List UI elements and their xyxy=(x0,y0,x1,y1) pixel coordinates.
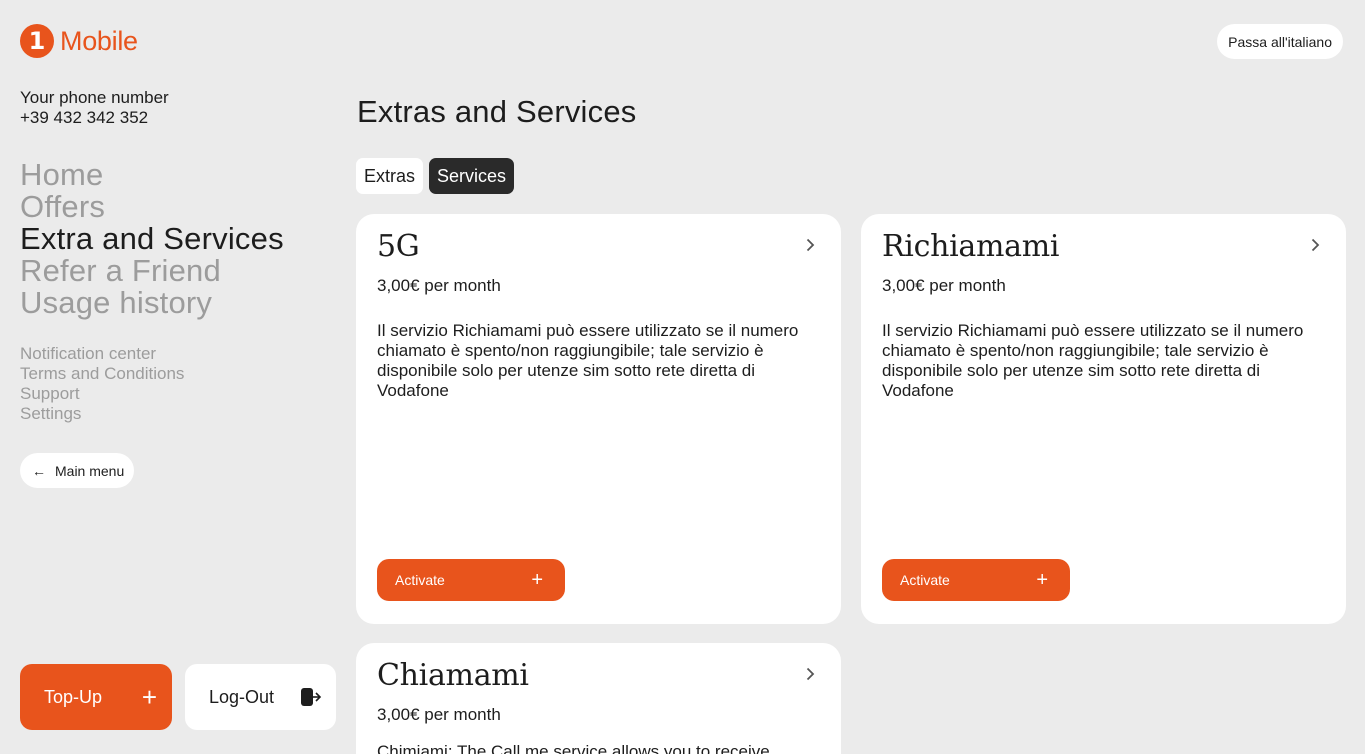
activate-button[interactable]: Activate + xyxy=(882,559,1070,601)
chevron-right-icon[interactable] xyxy=(1311,238,1320,252)
page-title: Extras and Services xyxy=(357,94,637,129)
card-description: Il servizio Richiamami può essere utiliz… xyxy=(377,321,799,400)
tab-services[interactable]: Services xyxy=(429,158,515,194)
arrow-left-icon: ← xyxy=(32,462,46,479)
card-price: 3,00€ per month xyxy=(882,276,1006,295)
plus-icon: + xyxy=(531,569,543,591)
language-switch-button[interactable]: Passa all'italiano xyxy=(1217,24,1343,59)
service-card-5g[interactable]: 5G 3,00€ per month Il servizio Richiamam… xyxy=(356,214,841,624)
log-out-label: Log-Out xyxy=(209,686,275,707)
phone-info: Your phone number +39 432 342 352 xyxy=(20,88,169,128)
nav-item-settings[interactable]: Settings xyxy=(20,404,184,424)
page: 1 Mobile Passa all'italiano Your phone n… xyxy=(0,0,1365,754)
main-navigation: Home Offers Extra and Services Refer a F… xyxy=(20,159,284,319)
plus-icon: + xyxy=(1036,569,1048,591)
secondary-navigation: Notification center Terms and Conditions… xyxy=(20,344,184,424)
nav-item-support[interactable]: Support xyxy=(20,384,184,404)
service-card-richiamami[interactable]: Richiamami 3,00€ per month Il servizio R… xyxy=(861,214,1346,624)
nav-item-terms-and-conditions[interactable]: Terms and Conditions xyxy=(20,364,184,384)
activate-button[interactable]: Activate + xyxy=(377,559,565,601)
main-menu-label: Main menu xyxy=(55,462,125,479)
card-price: 3,00€ per month xyxy=(377,276,501,295)
card-title: Richiamami xyxy=(882,229,1060,264)
card-description: Il servizio Richiamami può essere utiliz… xyxy=(882,321,1304,400)
nav-item-extra-and-services[interactable]: Extra and Services xyxy=(20,223,284,255)
nav-item-notification-center[interactable]: Notification center xyxy=(20,344,184,364)
phone-number: +39 432 342 352 xyxy=(20,108,149,127)
activate-label: Activate xyxy=(395,572,445,588)
logo-mark-icon: 1 xyxy=(20,24,54,58)
logout-icon xyxy=(300,687,322,707)
phone-label: Your phone number xyxy=(20,88,169,107)
card-title: Chiamami xyxy=(377,658,529,693)
logo-text: Mobile xyxy=(60,25,138,56)
main-menu-button[interactable]: ← Main menu xyxy=(20,453,135,488)
service-card-chiamami[interactable]: Chiamami 3,00€ per month Chimiami: The C… xyxy=(356,643,841,754)
nav-item-home[interactable]: Home xyxy=(20,159,284,191)
chevron-right-icon[interactable] xyxy=(806,238,815,252)
tab-extras[interactable]: Extras xyxy=(356,158,424,194)
top-up-button[interactable]: Top-Up + xyxy=(20,664,172,730)
card-price: 3,00€ per month xyxy=(377,705,501,724)
card-description: Chimiami: The Call me service allows you… xyxy=(377,742,770,754)
plus-icon: + xyxy=(141,682,157,712)
chevron-right-icon[interactable] xyxy=(806,667,815,681)
activate-label: Activate xyxy=(900,572,950,588)
nav-item-offers[interactable]: Offers xyxy=(20,191,284,223)
brand-logo[interactable]: 1 Mobile xyxy=(20,24,138,58)
nav-item-usage-history[interactable]: Usage history xyxy=(20,287,284,319)
top-up-label: Top-Up xyxy=(44,686,103,707)
log-out-button[interactable]: Log-Out xyxy=(185,664,336,730)
card-title: 5G xyxy=(377,229,420,264)
tab-bar: Extras Services xyxy=(356,158,515,194)
nav-item-refer-a-friend[interactable]: Refer a Friend xyxy=(20,255,284,287)
